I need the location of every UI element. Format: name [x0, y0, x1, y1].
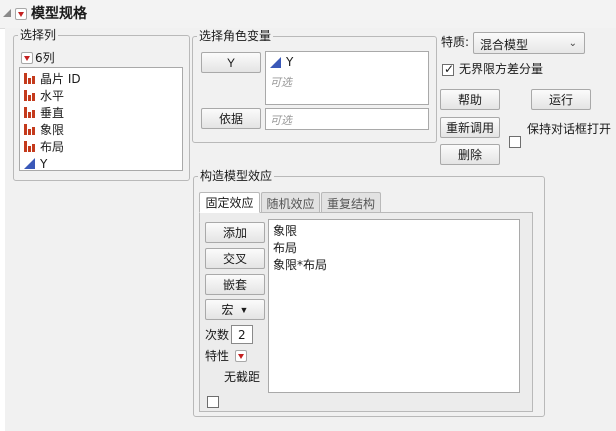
degree-label: 次数 [205, 328, 230, 342]
column-name: Y [40, 156, 48, 171]
help-button[interactable]: 帮助 [440, 89, 500, 110]
column-name: 布局 [40, 140, 65, 154]
column-item[interactable]: 晶片 ID [24, 70, 81, 87]
nominal-icon [24, 90, 35, 101]
recall-button[interactable]: 重新调用 [440, 117, 500, 138]
effects-list[interactable]: 象限 布局 象限*布局 [268, 219, 520, 393]
red-triangle-menu-icon[interactable] [15, 8, 27, 20]
column-item[interactable]: 水平 [24, 87, 64, 104]
y-role-item[interactable]: Y [270, 55, 293, 69]
by-optional-hint: 可选 [270, 114, 292, 127]
attributes-menu-icon[interactable] [235, 350, 247, 362]
unbounded-checkbox[interactable]: ✓ [442, 62, 455, 76]
select-columns-legend: 选择列 [20, 28, 57, 42]
collapse-triangle-icon[interactable] [3, 9, 11, 17]
y-role-value: Y [286, 55, 294, 69]
macros-label: 宏 [221, 303, 234, 317]
run-button[interactable]: 运行 [531, 89, 591, 110]
tab-fixed-effects[interactable]: 固定效应 [199, 192, 260, 213]
column-name: 垂直 [40, 106, 65, 120]
column-item[interactable]: 垂直 [24, 104, 64, 121]
column-name: 象限 [40, 123, 65, 137]
cross-button[interactable]: 交叉 [205, 248, 265, 269]
no-intercept-label: 无截距 [224, 370, 261, 384]
platform-header [0, 0, 616, 29]
dropdown-arrow-icon: ▼ [239, 304, 249, 315]
keep-open-label: 保持对话框打开 [527, 122, 612, 136]
construct-effects-legend: 构造模型效应 [200, 169, 273, 183]
by-role-list[interactable]: 可选 [265, 108, 429, 130]
nominal-icon [24, 124, 35, 135]
degree-value: 2 [238, 328, 246, 342]
effect-item[interactable]: 象限*布局 [273, 256, 327, 273]
tab-repeated-structure[interactable]: 重复结构 [321, 192, 381, 213]
nominal-icon [24, 141, 35, 152]
macros-button[interactable]: 宏 ▼ [205, 299, 265, 320]
y-optional-hint: 可选 [270, 76, 292, 89]
personality-label: 特质: [441, 35, 470, 49]
column-name: 水平 [40, 89, 65, 103]
column-item[interactable]: 布局 [24, 138, 64, 155]
add-button[interactable]: 添加 [205, 222, 265, 243]
continuous-icon [270, 56, 281, 68]
personality-value: 混合模型 [480, 38, 529, 52]
unbounded-label: 无界限方差分量 [459, 62, 544, 76]
effect-item[interactable]: 布局 [273, 239, 297, 256]
column-count-label: 6列 [35, 51, 55, 65]
chevron-down-icon: ⌄ [568, 38, 577, 49]
column-name: 晶片 ID [40, 72, 81, 86]
columns-menu-icon[interactable] [21, 52, 33, 64]
degree-input[interactable]: 2 [231, 325, 253, 344]
column-item[interactable]: 象限 [24, 121, 64, 138]
column-item[interactable]: Y [24, 155, 47, 172]
checkmark-icon: ✓ [444, 62, 455, 76]
nominal-icon [24, 107, 35, 118]
effect-item[interactable]: 象限 [273, 222, 297, 239]
by-role-button[interactable]: 依据 [201, 108, 261, 129]
y-role-list[interactable]: Y 可选 [265, 51, 429, 105]
nest-button[interactable]: 嵌套 [205, 274, 265, 295]
page-title: 模型规格 [31, 6, 87, 22]
tab-random-effects[interactable]: 随机效应 [261, 192, 320, 213]
nominal-icon [24, 73, 35, 84]
column-list[interactable]: 晶片 ID 水平垂直象限布局 Y [19, 67, 183, 171]
keep-open-checkbox[interactable] [509, 136, 521, 148]
continuous-icon [24, 158, 35, 169]
no-intercept-checkbox[interactable] [207, 396, 219, 408]
remove-button[interactable]: 删除 [440, 144, 500, 165]
select-roles-legend: 选择角色变量 [199, 29, 272, 43]
personality-select[interactable]: 混合模型 ⌄ [473, 32, 585, 54]
y-role-button[interactable]: Y [201, 52, 261, 73]
attributes-label: 特性 [205, 349, 230, 363]
